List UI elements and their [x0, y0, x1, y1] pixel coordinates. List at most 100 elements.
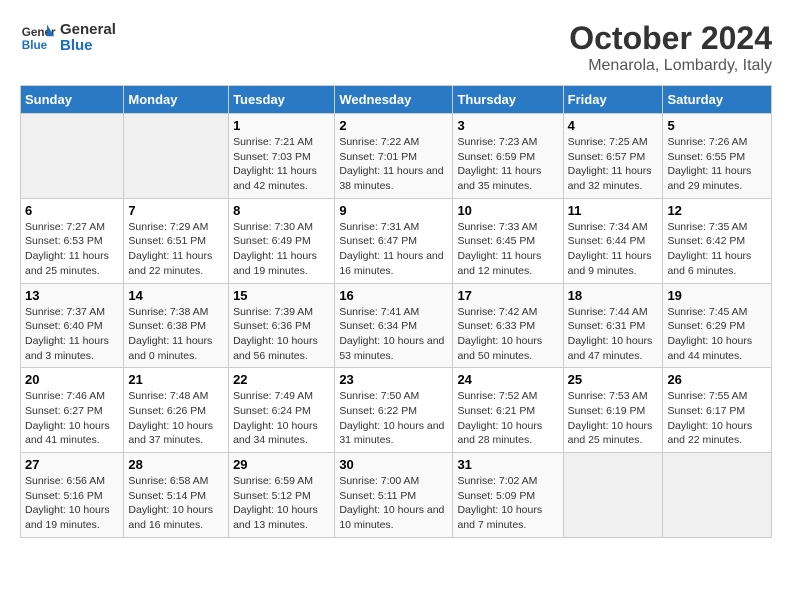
day-info: Sunrise: 7:33 AMSunset: 6:45 PMDaylight:… — [457, 220, 558, 279]
calendar-cell: 19Sunrise: 7:45 AMSunset: 6:29 PMDayligh… — [663, 283, 772, 368]
day-info: Sunrise: 7:29 AMSunset: 6:51 PMDaylight:… — [128, 220, 224, 279]
calendar-cell: 7Sunrise: 7:29 AMSunset: 6:51 PMDaylight… — [124, 198, 229, 283]
calendar-cell: 15 Sunrise: 7:39 AMSunset: 6:36 PMDayligh… — [229, 283, 335, 368]
day-number: 27 — [25, 457, 119, 472]
day-info: Sunrise: 7:55 AMSunset: 6:17 PMDaylight:… — [667, 389, 767, 448]
day-number: 2 — [339, 118, 448, 133]
day-number: 19 — [667, 288, 767, 303]
day-info: Sunrise: 7:52 AMSunset: 6:21 PMDaylight:… — [457, 389, 558, 448]
col-header-friday: Friday — [563, 86, 663, 114]
day-info: Sunrise: 7:48 AMSunset: 6:26 PMDaylight:… — [128, 389, 224, 448]
col-header-sunday: Sunday — [21, 86, 124, 114]
day-number: 8 — [233, 203, 330, 218]
day-info: Sunrise: 7:34 AMSunset: 6:44 PMDaylight:… — [568, 220, 659, 279]
day-number: 14 — [128, 288, 224, 303]
logo-blue: Blue — [60, 38, 116, 55]
calendar-week-3: 13Sunrise: 7:37 AMSunset: 6:40 PMDayligh… — [21, 283, 772, 368]
calendar-cell: 26 Sunrise: 7:55 AMSunset: 6:17 PMDayligh… — [663, 368, 772, 453]
calendar-cell: 30 Sunrise: 7:00 AMSunset: 5:11 PMDayligh… — [335, 453, 453, 538]
calendar-cell: 5 Sunrise: 7:26 AMSunset: 6:55 PMDaylight… — [663, 114, 772, 199]
calendar-cell: 21 Sunrise: 7:48 AMSunset: 6:26 PMDayligh… — [124, 368, 229, 453]
calendar-cell: 22 Sunrise: 7:49 AMSunset: 6:24 PMDayligh… — [229, 368, 335, 453]
day-number: 31 — [457, 457, 558, 472]
col-header-monday: Monday — [124, 86, 229, 114]
calendar-cell: 12 Sunrise: 7:35 AMSunset: 6:42 PMDayligh… — [663, 198, 772, 283]
day-number: 5 — [667, 118, 767, 133]
day-info: Sunrise: 7:38 AMSunset: 6:38 PMDaylight:… — [128, 305, 224, 364]
calendar-cell: 3 Sunrise: 7:23 AMSunset: 6:59 PMDaylight… — [453, 114, 563, 199]
calendar-cell: 8 Sunrise: 7:30 AMSunset: 6:49 PMDaylight… — [229, 198, 335, 283]
calendar-week-5: 27 Sunrise: 6:56 AMSunset: 5:16 PMDayligh… — [21, 453, 772, 538]
main-title: October 2024 — [569, 20, 772, 57]
day-info: Sunrise: 7:26 AMSunset: 6:55 PMDaylight:… — [667, 135, 767, 194]
day-number: 29 — [233, 457, 330, 472]
calendar-cell: 24 Sunrise: 7:52 AMSunset: 6:21 PMDayligh… — [453, 368, 563, 453]
day-info: Sunrise: 7:30 AMSunset: 6:49 PMDaylight:… — [233, 220, 330, 279]
day-info: Sunrise: 7:25 AMSunset: 6:57 PMDaylight:… — [568, 135, 659, 194]
day-number: 23 — [339, 372, 448, 387]
col-header-tuesday: Tuesday — [229, 86, 335, 114]
day-number: 9 — [339, 203, 448, 218]
calendar-week-1: 1 Sunrise: 7:21 AMSunset: 7:03 PMDaylight… — [21, 114, 772, 199]
calendar-cell: 25Sunrise: 7:53 AMSunset: 6:19 PMDayligh… — [563, 368, 663, 453]
calendar-cell: 11Sunrise: 7:34 AMSunset: 6:44 PMDayligh… — [563, 198, 663, 283]
day-number: 15 — [233, 288, 330, 303]
day-number: 18 — [568, 288, 659, 303]
day-info: Sunrise: 7:46 AMSunset: 6:27 PMDaylight:… — [25, 389, 119, 448]
day-info: Sunrise: 7:31 AMSunset: 6:47 PMDaylight:… — [339, 220, 448, 279]
day-info: Sunrise: 7:44 AMSunset: 6:31 PMDaylight:… — [568, 305, 659, 364]
day-info: Sunrise: 6:58 AMSunset: 5:14 PMDaylight:… — [128, 474, 224, 533]
day-info: Sunrise: 7:41 AMSunset: 6:34 PMDaylight:… — [339, 305, 448, 364]
calendar-cell — [124, 114, 229, 199]
day-info: Sunrise: 7:39 AMSunset: 6:36 PMDaylight:… — [233, 305, 330, 364]
day-number: 13 — [25, 288, 119, 303]
calendar-cell — [663, 453, 772, 538]
calendar-cell: 2 Sunrise: 7:22 AMSunset: 7:01 PMDaylight… — [335, 114, 453, 199]
day-number: 16 — [339, 288, 448, 303]
col-header-wednesday: Wednesday — [335, 86, 453, 114]
logo-icon: General Blue — [20, 20, 56, 56]
day-info: Sunrise: 7:27 AMSunset: 6:53 PMDaylight:… — [25, 220, 119, 279]
day-number: 28 — [128, 457, 224, 472]
calendar-cell: 31 Sunrise: 7:02 AMSunset: 5:09 PMDayligh… — [453, 453, 563, 538]
day-number: 12 — [667, 203, 767, 218]
day-number: 17 — [457, 288, 558, 303]
logo-general: General — [60, 22, 116, 39]
day-info: Sunrise: 6:56 AMSunset: 5:16 PMDaylight:… — [25, 474, 119, 533]
day-number: 30 — [339, 457, 448, 472]
calendar-cell: 16 Sunrise: 7:41 AMSunset: 6:34 PMDayligh… — [335, 283, 453, 368]
day-info: Sunrise: 7:23 AMSunset: 6:59 PMDaylight:… — [457, 135, 558, 194]
calendar-cell: 9 Sunrise: 7:31 AMSunset: 6:47 PMDaylight… — [335, 198, 453, 283]
day-number: 4 — [568, 118, 659, 133]
calendar-cell: 27 Sunrise: 6:56 AMSunset: 5:16 PMDayligh… — [21, 453, 124, 538]
day-number: 22 — [233, 372, 330, 387]
day-number: 10 — [457, 203, 558, 218]
day-number: 24 — [457, 372, 558, 387]
day-info: Sunrise: 7:49 AMSunset: 6:24 PMDaylight:… — [233, 389, 330, 448]
day-number: 6 — [25, 203, 119, 218]
day-number: 26 — [667, 372, 767, 387]
calendar-cell: 18 Sunrise: 7:44 AMSunset: 6:31 PMDayligh… — [563, 283, 663, 368]
calendar-week-4: 20 Sunrise: 7:46 AMSunset: 6:27 PMDayligh… — [21, 368, 772, 453]
header: General Blue General Blue October 2024 M… — [20, 20, 772, 75]
calendar-table: SundayMondayTuesdayWednesdayThursdayFrid… — [20, 85, 772, 538]
calendar-week-2: 6 Sunrise: 7:27 AMSunset: 6:53 PMDaylight… — [21, 198, 772, 283]
calendar-header-row: SundayMondayTuesdayWednesdayThursdayFrid… — [21, 86, 772, 114]
day-info: Sunrise: 7:02 AMSunset: 5:09 PMDaylight:… — [457, 474, 558, 533]
day-number: 21 — [128, 372, 224, 387]
day-info: Sunrise: 7:22 AMSunset: 7:01 PMDaylight:… — [339, 135, 448, 194]
day-number: 25 — [568, 372, 659, 387]
day-info: Sunrise: 7:00 AMSunset: 5:11 PMDaylight:… — [339, 474, 448, 533]
title-area: October 2024 Menarola, Lombardy, Italy — [569, 20, 772, 75]
calendar-cell: 6 Sunrise: 7:27 AMSunset: 6:53 PMDaylight… — [21, 198, 124, 283]
svg-text:Blue: Blue — [22, 39, 48, 52]
calendar-cell: 13Sunrise: 7:37 AMSunset: 6:40 PMDayligh… — [21, 283, 124, 368]
day-info: Sunrise: 7:42 AMSunset: 6:33 PMDaylight:… — [457, 305, 558, 364]
day-number: 1 — [233, 118, 330, 133]
day-number: 20 — [25, 372, 119, 387]
day-info: Sunrise: 7:35 AMSunset: 6:42 PMDaylight:… — [667, 220, 767, 279]
calendar-cell — [21, 114, 124, 199]
day-info: Sunrise: 7:21 AMSunset: 7:03 PMDaylight:… — [233, 135, 330, 194]
day-number: 3 — [457, 118, 558, 133]
calendar-cell: 28 Sunrise: 6:58 AMSunset: 5:14 PMDayligh… — [124, 453, 229, 538]
